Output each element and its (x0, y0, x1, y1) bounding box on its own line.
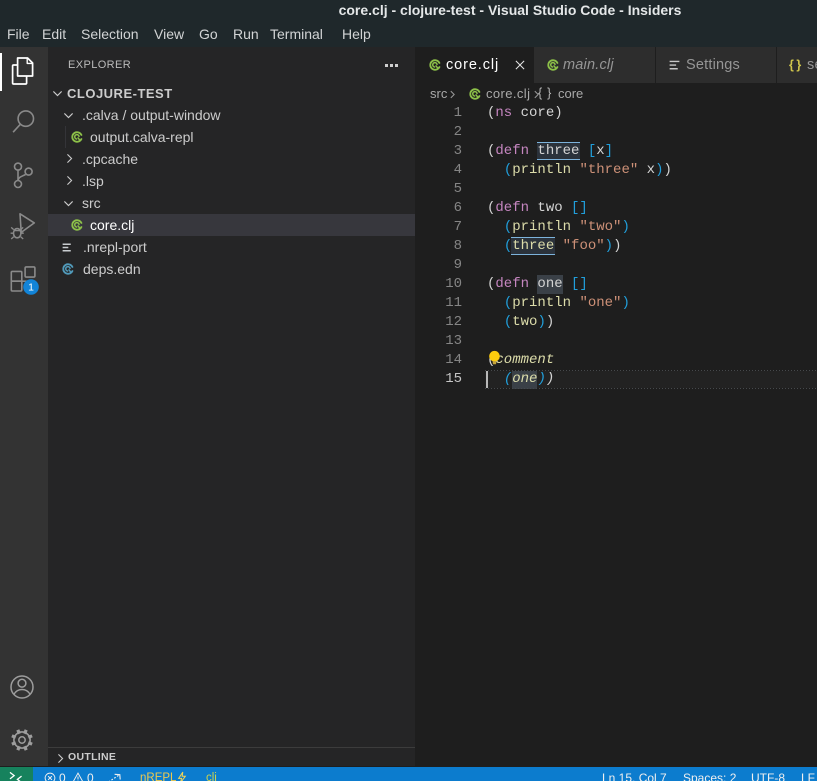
svg-text:1: 1 (28, 282, 34, 294)
